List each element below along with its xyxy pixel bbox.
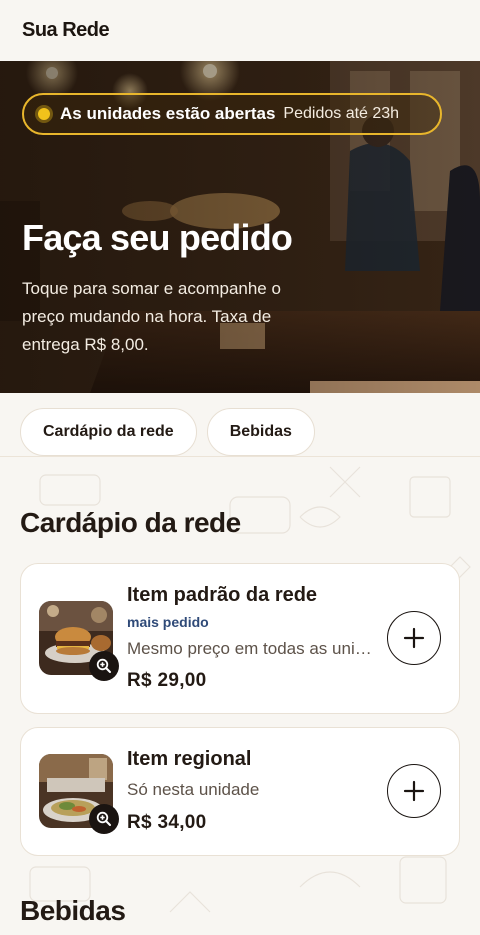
plus-icon xyxy=(403,780,425,802)
section-title-cardapio: Cardápio da rede xyxy=(20,507,241,538)
page-title: Faça seu pedido xyxy=(22,217,293,258)
zoom-in-button[interactable] xyxy=(89,804,119,834)
tab-cardapio-da-rede[interactable]: Cardápio da rede xyxy=(20,408,197,456)
status-label: As unidades estão abertas xyxy=(60,104,276,123)
section-title-bebidas: Bebidas xyxy=(20,895,126,926)
item-name: Item regional xyxy=(127,748,252,770)
hero-banner: As unidades estão abertas Pedidos até 23… xyxy=(0,61,480,393)
order-hours: Pedidos até 23h xyxy=(283,105,400,122)
menu-item-card[interactable]: Item padrão da rede mais pedido Mesmo pr… xyxy=(20,563,460,714)
item-price: R$ 34,00 xyxy=(127,812,207,833)
zoom-in-icon xyxy=(96,811,111,826)
item-price: R$ 29,00 xyxy=(127,670,207,691)
store-status-pill: As unidades estão abertas Pedidos até 23… xyxy=(22,93,442,135)
popular-tag: mais pedido xyxy=(127,614,209,630)
add-item-button[interactable] xyxy=(387,611,441,665)
item-name: Item padrão da rede xyxy=(127,584,318,606)
tab-bebidas[interactable]: Bebidas xyxy=(206,408,315,456)
category-tabs: Cardápio da rede Bebidas xyxy=(0,393,480,457)
hero-description: Toque para somar e acompanhe o preço mud… xyxy=(22,279,281,354)
zoom-in-icon xyxy=(96,658,111,673)
plus-icon xyxy=(403,627,425,649)
zoom-in-button[interactable] xyxy=(89,651,119,681)
item-description: Só nesta unidade xyxy=(127,780,260,799)
brand-logo[interactable]: Sua Rede xyxy=(22,19,110,42)
item-description: Mesmo preço em todas as unidades xyxy=(127,639,377,658)
add-item-button[interactable] xyxy=(387,764,441,818)
top-bar: Sua Rede xyxy=(0,0,480,61)
menu-item-card[interactable]: Item regional Só nesta unidade R$ 34,00 xyxy=(20,727,460,856)
status-dot-icon xyxy=(38,108,50,120)
